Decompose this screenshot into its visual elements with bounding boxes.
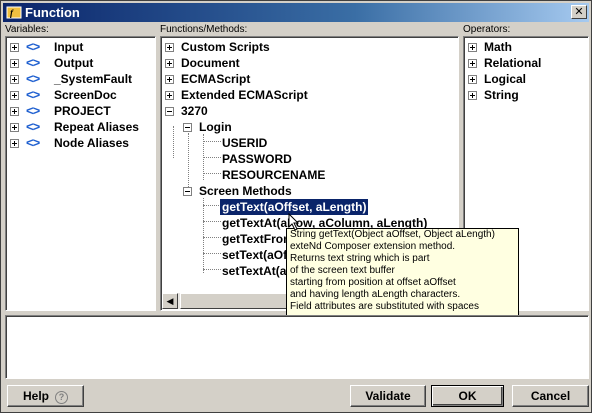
expand-icon[interactable] (10, 123, 19, 132)
cancel-button[interactable]: Cancel (512, 385, 589, 407)
variable-label: ScreenDoc (54, 88, 117, 102)
variable-icon: <> (26, 39, 40, 54)
scroll-left-icon[interactable]: ◀ (162, 293, 178, 309)
expand-icon[interactable] (10, 43, 19, 52)
expression-textarea[interactable] (5, 315, 589, 379)
variables-label: Variables: (5, 24, 49, 35)
variable-icon: <> (26, 55, 40, 70)
help-button[interactable]: Help? (7, 385, 84, 407)
variables-tree[interactable]: <> Input <> Output <> _SystemFault <> ScreenDoc… (5, 36, 156, 311)
operator-label: Relational (484, 56, 542, 70)
variable-label: _SystemFault (54, 72, 133, 86)
scroll-thumb[interactable] (180, 293, 290, 309)
operator-label: Math (484, 40, 512, 54)
variable-label: Repeat Aliases (54, 120, 139, 134)
ok-button[interactable]: OK (431, 385, 504, 407)
variable-icon: <> (26, 119, 40, 134)
functions-label: Functions/Methods: (160, 24, 248, 35)
expand-icon[interactable] (468, 43, 477, 52)
title-bar: f Function ✕ (3, 3, 589, 22)
expand-icon[interactable] (165, 59, 174, 68)
variable-icon: <> (26, 87, 40, 102)
variable-label: PROJECT (54, 104, 111, 118)
expand-icon[interactable] (10, 139, 19, 148)
variable-label: Node Aliases (54, 136, 129, 150)
expand-icon[interactable] (165, 75, 174, 84)
method-tooltip: String getText(Object aOffset, Object aL… (286, 228, 519, 322)
expand-icon[interactable] (165, 43, 174, 52)
collapse-icon[interactable] (183, 187, 192, 196)
collapse-icon[interactable] (165, 107, 174, 116)
variable-icon: <> (26, 135, 40, 150)
operator-label: String (484, 88, 519, 102)
variable-icon: <> (26, 103, 40, 118)
expand-icon[interactable] (10, 91, 19, 100)
close-button[interactable]: ✕ (571, 5, 587, 19)
variable-label: Input (54, 40, 84, 54)
expand-icon[interactable] (10, 75, 19, 84)
mouse-cursor-icon (288, 213, 300, 231)
variable-icon: <> (26, 71, 40, 86)
window-title: Function (25, 5, 80, 20)
expand-icon[interactable] (165, 91, 174, 100)
function-icon: f (6, 6, 22, 19)
help-icon: ? (55, 391, 68, 404)
expand-icon[interactable] (10, 59, 19, 68)
collapse-icon[interactable] (183, 123, 192, 132)
expand-icon[interactable] (468, 91, 477, 100)
operator-label: Logical (484, 72, 527, 86)
expand-icon[interactable] (10, 107, 19, 116)
expand-icon[interactable] (468, 59, 477, 68)
expand-icon[interactable] (468, 75, 477, 84)
validate-button[interactable]: Validate (350, 385, 426, 407)
function-dialog: f Function ✕ Variables: <> Input <> Output <… (0, 0, 592, 413)
operators-label: Operators: (463, 24, 511, 35)
variable-label: Output (54, 56, 94, 70)
